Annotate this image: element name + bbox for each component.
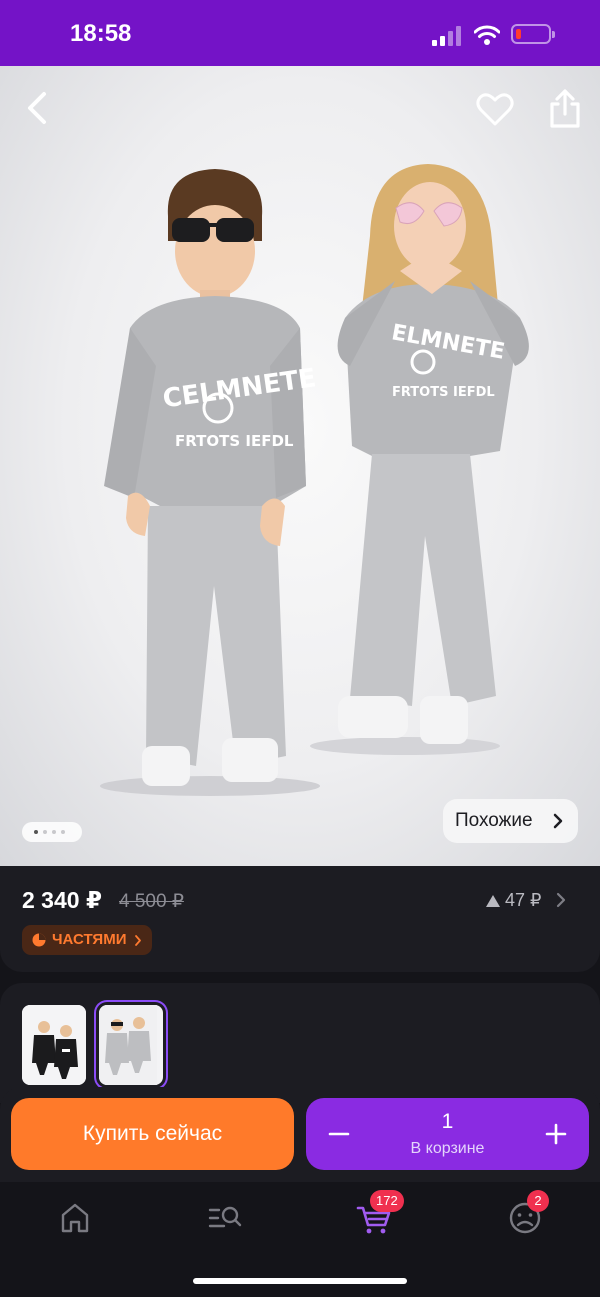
favorite-heart-icon[interactable] [475,90,515,130]
variant-thumbnail-grey[interactable] [99,1005,163,1085]
increase-quantity-button[interactable] [523,1098,589,1170]
home-icon [61,1203,89,1233]
tab-home[interactable] [55,1198,95,1238]
old-price: 4 500 ₽ [119,891,184,912]
installments-label: ЧАСТЯМИ [52,931,127,948]
chevron-right-icon[interactable] [556,891,566,909]
product-photo: CELMNETE FRTOTS IEFDL ELMNETE FRTOTS IEF… [100,164,529,796]
tab-catalog[interactable] [205,1198,245,1238]
svg-text:FRTOTS IEFDL: FRTOTS IEFDL [392,385,495,400]
current-price: 2 340 ₽ [22,887,102,913]
buy-now-button[interactable]: Купить сейчас [11,1098,294,1170]
status-time: 18:58 [70,20,132,47]
share-icon[interactable] [546,88,584,130]
variant-selector [0,983,600,1103]
cart-count-badge: 172 [370,1190,404,1212]
battery-icon [511,24,555,44]
tab-cart[interactable]: 172 [354,1190,404,1238]
bottom-tab-bar: 172 2 [0,1182,600,1297]
similar-products-button[interactable]: Похожие [443,799,578,843]
catalog-search-icon [208,1206,242,1228]
pie-chart-icon [32,933,46,947]
status-bar: 18:58 [0,0,600,66]
wifi-icon [474,25,500,45]
cart-quantity-stepper: 1 В корзине [306,1098,589,1170]
chevron-right-icon [553,813,563,829]
installments-badge[interactable]: ЧАСТЯМИ [22,925,153,955]
price-section: 2 340 ₽ 4 500 ₽ 47 ₽ ЧАСТЯМИ [0,866,600,972]
svg-text:FRTOTS IEFDL: FRTOTS IEFDL [175,432,294,450]
home-indicator [193,1278,407,1284]
variant-image [22,1005,86,1085]
chevron-right-icon [135,935,142,946]
price-change-value: 47 ₽ [505,890,542,910]
plus-icon [545,1123,567,1145]
cellular-signal-icon [432,26,464,46]
similar-products-label: Похожие [455,810,533,831]
variant-thumbnail-black[interactable] [22,1005,86,1085]
decrease-quantity-button[interactable] [306,1098,372,1170]
variant-image [99,1005,157,1085]
triangle-up-icon [486,894,500,907]
notifications-badge: 2 [527,1190,549,1212]
image-pager [22,822,82,842]
product-image-gallery[interactable]: CELMNETE FRTOTS IEFDL ELMNETE FRTOTS IEF… [0,66,600,866]
tab-profile[interactable]: 2 [505,1190,549,1238]
back-icon[interactable] [20,90,56,126]
purchase-actions: Купить сейчас 1 В корзине [0,1087,600,1182]
price-change[interactable]: 47 ₽ [486,890,541,911]
